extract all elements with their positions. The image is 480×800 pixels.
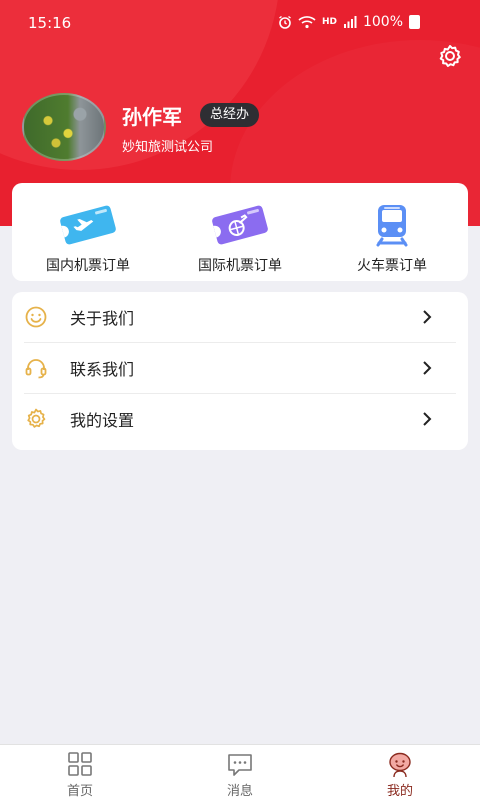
settings-button[interactable]	[436, 42, 464, 70]
domestic-flight-orders-label: 国内机票订单	[46, 258, 130, 274]
tab-messages[interactable]: 消息	[160, 745, 320, 800]
wifi-icon	[298, 16, 316, 29]
tab-label: 消息	[226, 784, 253, 799]
menu-item-about-us[interactable]: 关于我们	[12, 292, 468, 342]
tab-home[interactable]: 首页	[0, 745, 160, 800]
role-badge: 总经办	[200, 103, 260, 127]
gear-icon	[27, 408, 46, 428]
chevron-right-icon	[423, 310, 432, 324]
domestic-ticket-icon	[60, 205, 116, 245]
message-icon	[228, 754, 252, 776]
smile-icon	[25, 306, 47, 328]
menu-item-label: 关于我们	[70, 309, 135, 328]
tab-me[interactable]: 我的	[320, 745, 480, 800]
train-ticket-orders-label: 火车票订单	[357, 258, 427, 274]
hd-label: HD	[321, 17, 337, 27]
train-icon	[376, 205, 408, 247]
tab-label: 首页	[66, 784, 93, 799]
grid-icon	[68, 752, 92, 776]
status-bar: 15:16 HD 100%	[0, 0, 480, 48]
battery-level: 100%	[362, 14, 403, 30]
avatar[interactable]	[22, 93, 106, 161]
tab-label: 我的	[386, 784, 413, 799]
menu-item-label: 联系我们	[70, 360, 135, 379]
chevron-right-icon	[423, 412, 432, 426]
menu-item-label: 我的设置	[70, 411, 135, 430]
international-ticket-icon	[212, 205, 268, 245]
status-icons: HD 100%	[278, 14, 420, 30]
menu-item-contact-us[interactable]: 联系我们	[12, 343, 468, 393]
menu-item-my-settings[interactable]: 我的设置	[12, 394, 468, 444]
chevron-right-icon	[423, 361, 432, 375]
menu-card: 关于我们 联系我们 我的设置	[12, 292, 468, 450]
international-flight-orders[interactable]: 国际机票订单	[164, 183, 316, 281]
status-time: 15:16	[28, 14, 72, 32]
international-flight-orders-label: 国际机票订单	[198, 258, 282, 274]
battery-icon	[409, 15, 420, 29]
alarm-icon	[279, 15, 291, 29]
bottom-tab-bar: 首页 消息 我的	[0, 744, 480, 800]
gear-icon	[439, 45, 461, 67]
domestic-flight-orders[interactable]: 国内机票订单	[12, 183, 164, 281]
headset-icon	[25, 359, 47, 379]
user-name: 孙作军	[122, 105, 182, 129]
profile-icon	[389, 752, 411, 778]
company-name: 妙知旅测试公司	[122, 140, 214, 155]
orders-card: 国内机票订单 国际机票订单 火车票订单	[12, 183, 468, 281]
train-ticket-orders[interactable]: 火车票订单	[316, 183, 468, 281]
signal-icon	[343, 16, 357, 28]
